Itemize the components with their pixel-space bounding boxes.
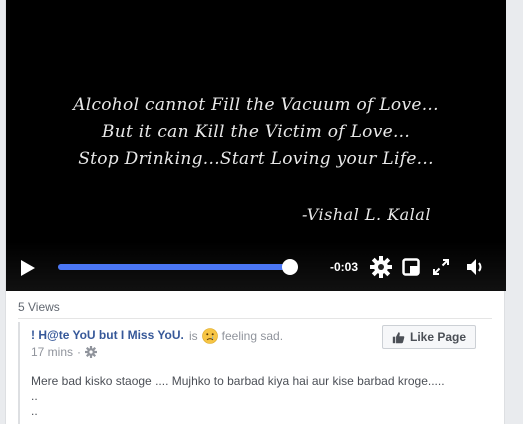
video-quote: Alcohol cannot Fill the Vacuum of Love..… bbox=[6, 92, 506, 173]
feeling-text: feeling sad. bbox=[221, 329, 284, 343]
sad-face-icon bbox=[201, 328, 218, 344]
video-player[interactable]: Alcohol cannot Fill the Vacuum of Love..… bbox=[6, 0, 506, 291]
status-line: Mere bad kisko staoge .... Mujhko to bar… bbox=[31, 374, 445, 388]
volume-icon bbox=[467, 259, 482, 275]
is-text: is bbox=[189, 329, 198, 343]
meta-separator: · bbox=[77, 345, 82, 359]
like-page-button[interactable]: Like Page bbox=[382, 325, 476, 349]
page-name-link[interactable]: ! H@te YoU but I Miss YoU. bbox=[31, 328, 184, 342]
picture-in-picture-icon bbox=[402, 258, 420, 276]
quote-line: Stop Drinking...Start Loving your Life..… bbox=[78, 149, 434, 169]
feeling-status: is feeling sad. bbox=[189, 328, 283, 344]
gear-icon bbox=[370, 256, 392, 278]
video-controls: -0:03 bbox=[6, 241, 506, 291]
post-meta: 17 mins · bbox=[31, 345, 98, 359]
play-icon bbox=[21, 260, 35, 276]
progress-fill bbox=[58, 264, 290, 270]
like-page-label: Like Page bbox=[409, 330, 467, 344]
progress-bar[interactable] bbox=[58, 259, 298, 275]
view-count: 5 Views bbox=[18, 300, 60, 314]
progress-handle[interactable] bbox=[281, 259, 298, 275]
fullscreen-icon bbox=[433, 259, 449, 275]
quote-line: But it can Kill the Victim of Love... bbox=[101, 122, 411, 142]
status-text: Mere bad kisko staoge .... Mujhko to bar… bbox=[31, 374, 445, 419]
volume-button[interactable] bbox=[465, 256, 487, 278]
gear-icon[interactable] bbox=[85, 346, 98, 358]
picture-in-picture-button[interactable] bbox=[401, 257, 421, 277]
status-line: .. bbox=[31, 404, 38, 418]
quote-line: Alcohol cannot Fill the Vacuum of Love..… bbox=[73, 95, 439, 115]
status-line: .. bbox=[31, 389, 38, 403]
divider bbox=[18, 318, 492, 319]
play-button[interactable] bbox=[18, 257, 38, 279]
quote-author: -Vishal L. Kalal bbox=[302, 205, 431, 224]
time-remaining: -0:03 bbox=[330, 260, 359, 274]
timestamp-link[interactable]: 17 mins bbox=[31, 345, 73, 359]
settings-button[interactable] bbox=[370, 256, 392, 278]
fullscreen-button[interactable] bbox=[431, 257, 451, 277]
shared-post: ! H@te YoU but I Miss YoU. is feeling sa… bbox=[18, 322, 494, 424]
post-card: Alcohol cannot Fill the Vacuum of Love..… bbox=[5, 0, 506, 424]
thumbs-up-icon bbox=[392, 331, 405, 343]
